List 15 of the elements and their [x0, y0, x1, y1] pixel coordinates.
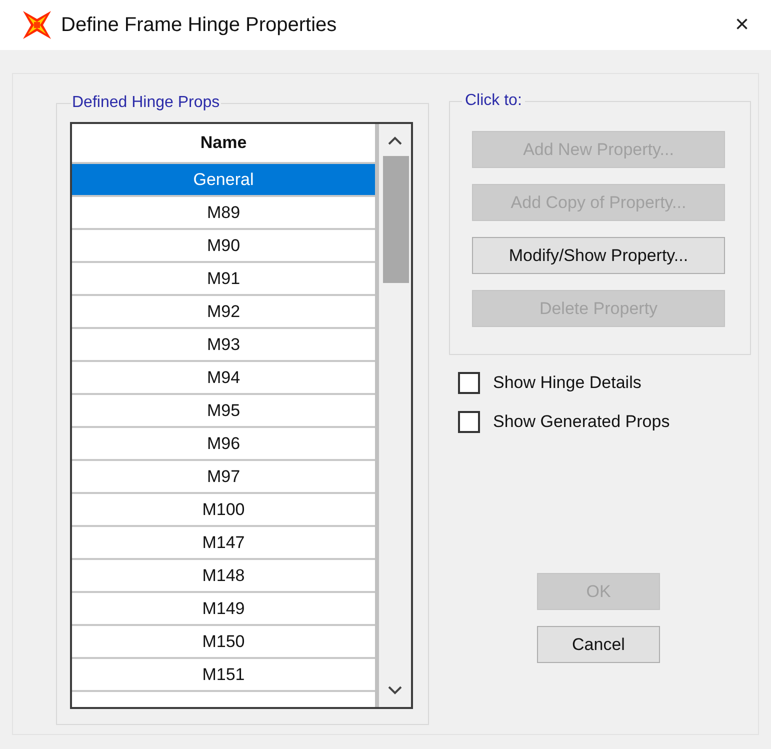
checkbox[interactable]: [458, 372, 480, 394]
checkbox-label: Show Hinge Details: [493, 372, 642, 394]
scrollbar-thumb[interactable]: [383, 156, 409, 283]
button[interactable]: Modify/Show Property...: [472, 237, 725, 274]
checkbox-label: Show Generated Props: [493, 411, 670, 434]
scrollbar[interactable]: [375, 124, 411, 707]
app-logo-icon: [22, 10, 52, 40]
checkbox[interactable]: [458, 411, 480, 433]
scroll-up-icon[interactable]: [388, 136, 402, 145]
group-legend: Defined Hinge Props: [71, 93, 221, 113]
scroll-down-icon[interactable]: [388, 686, 402, 695]
window-title: Define Frame Hinge Properties: [61, 13, 337, 38]
button[interactable]: Cancel: [537, 626, 660, 663]
list-row[interactable]: General: [72, 164, 375, 197]
close-button[interactable]: ×: [734, 13, 749, 37]
